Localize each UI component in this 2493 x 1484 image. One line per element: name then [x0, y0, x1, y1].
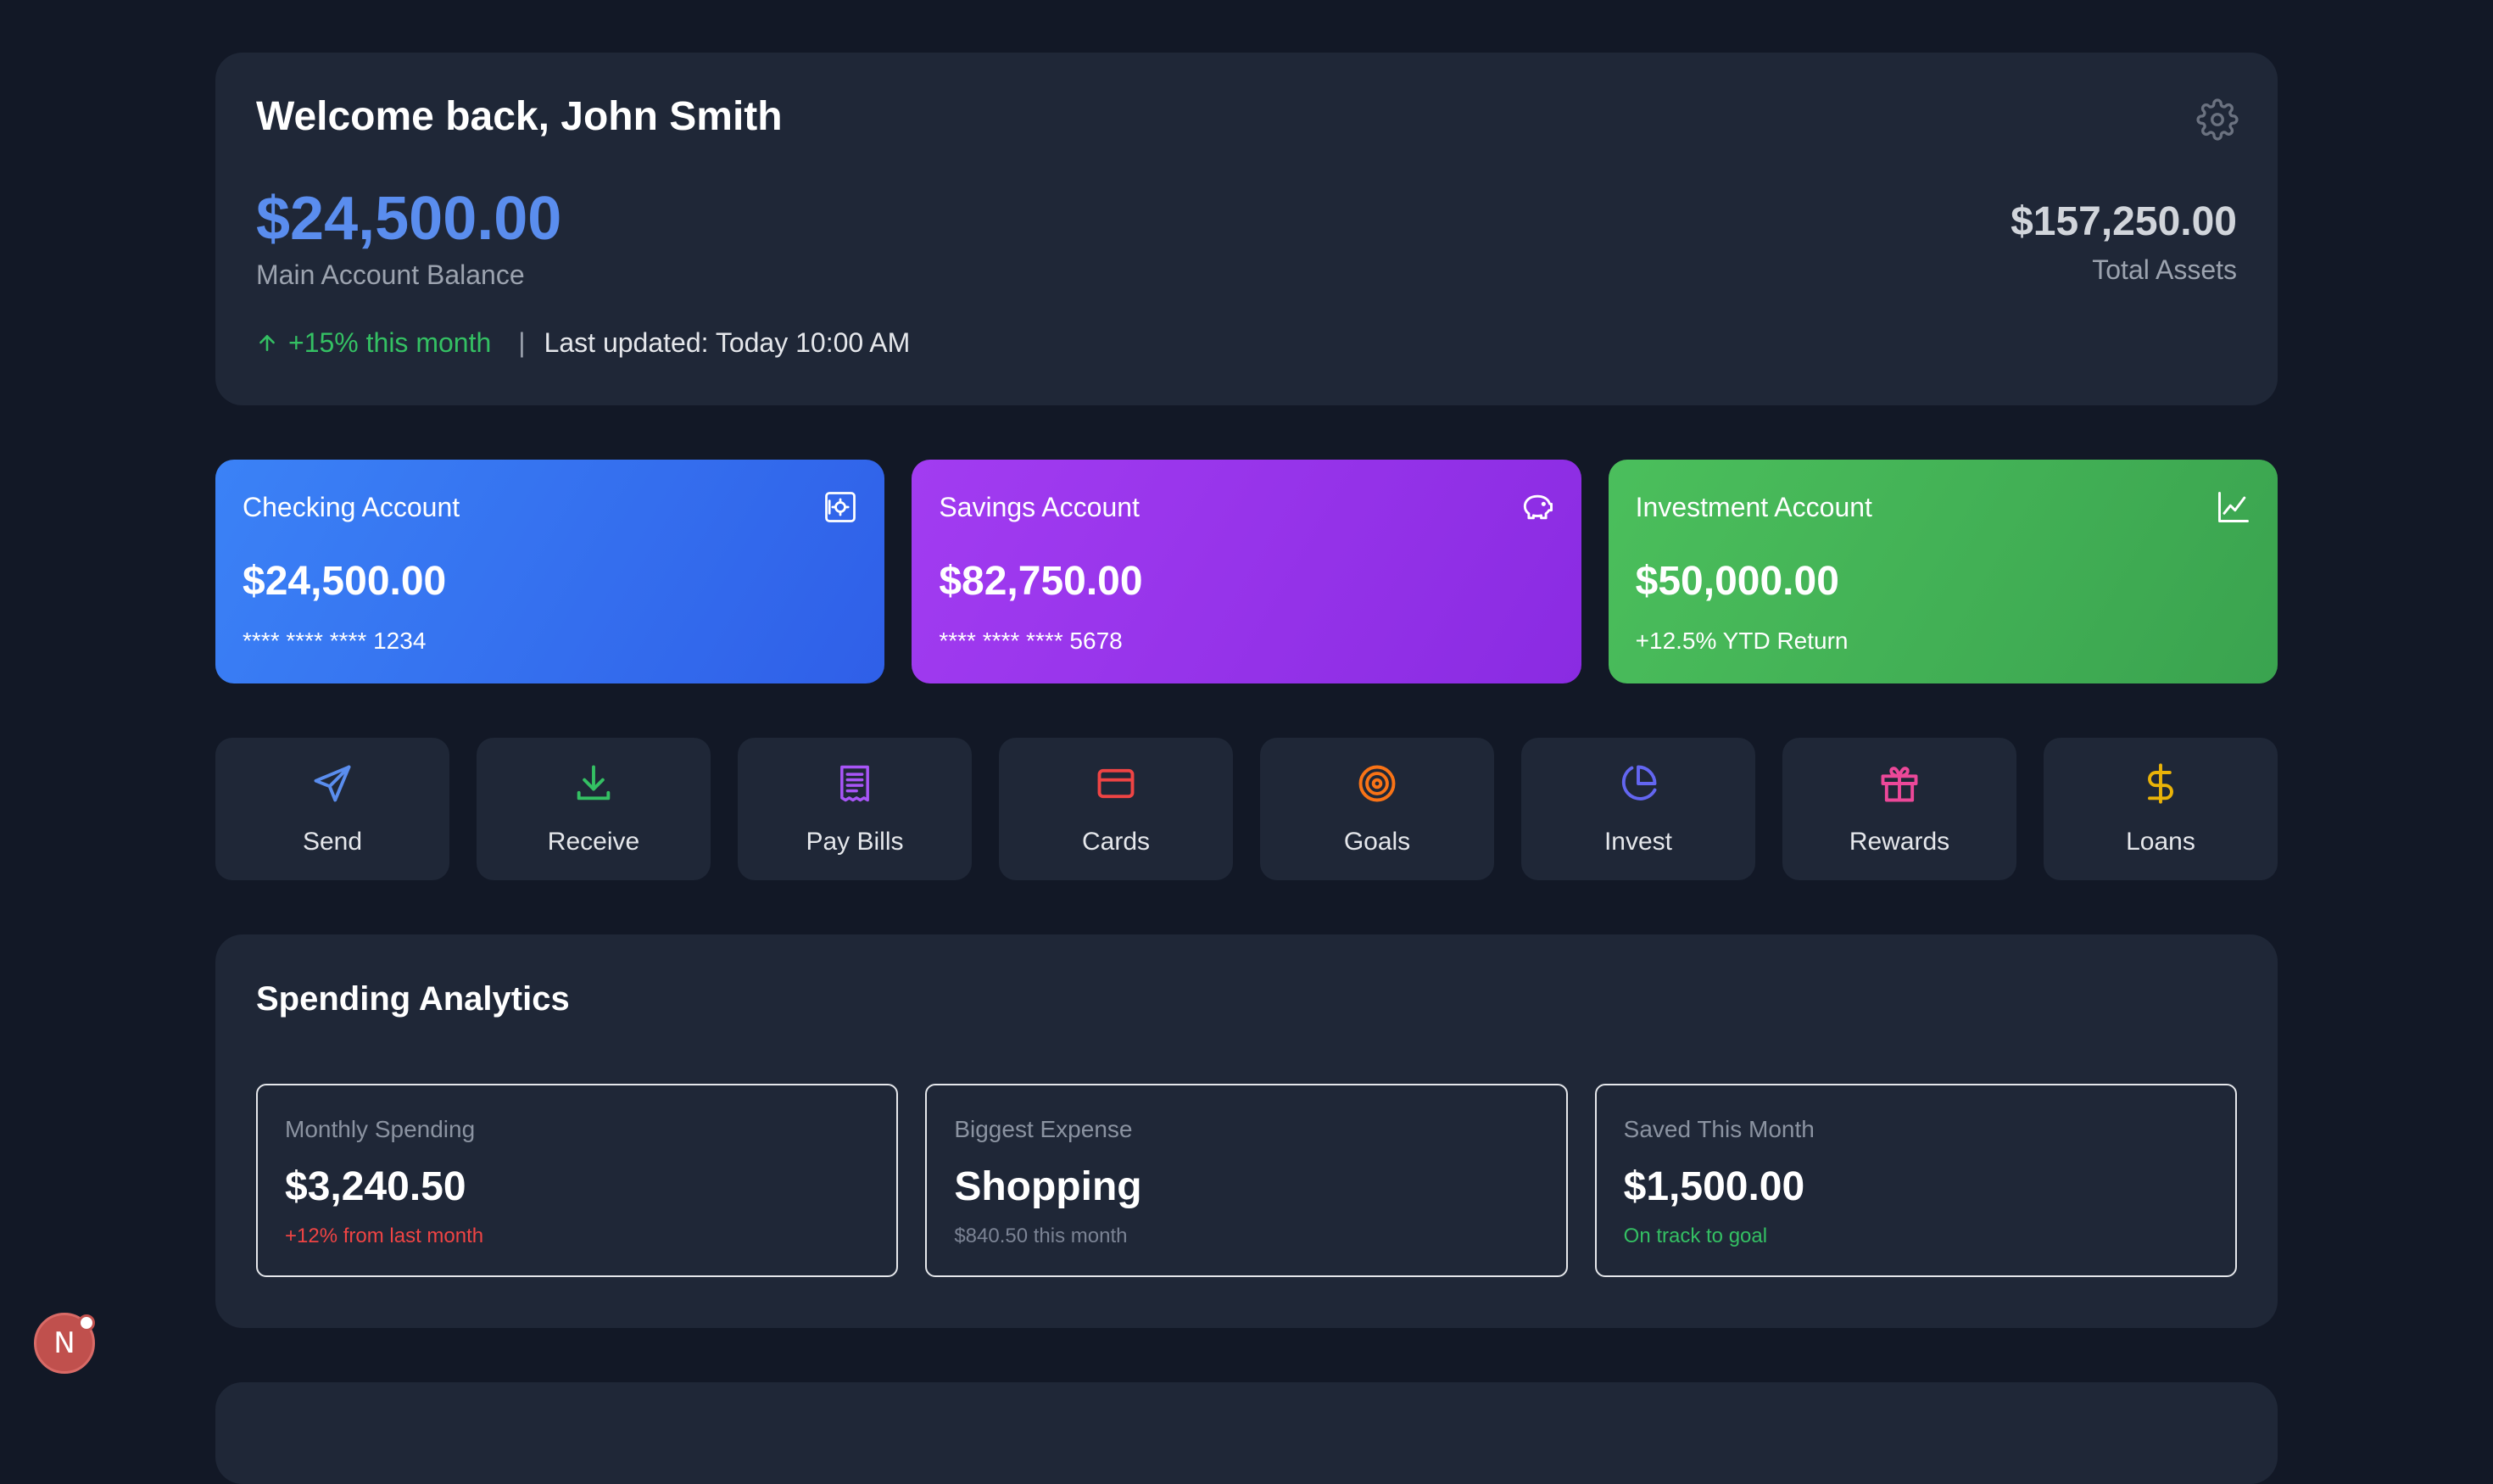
- account-name: Savings Account: [939, 492, 1140, 522]
- action-label: Rewards: [1849, 828, 1950, 856]
- credit-card-icon: [1097, 768, 1135, 799]
- badge-letter: N: [53, 1326, 75, 1360]
- stat-label: Monthly Spending: [285, 1116, 476, 1142]
- stat-label: Saved This Month: [1623, 1116, 1815, 1142]
- last-updated: Last updated: Today 10:00 AM: [544, 327, 911, 358]
- action-label: Goals: [1343, 828, 1411, 856]
- account-number: **** **** **** 5678: [939, 628, 1123, 654]
- chart-line-icon: [2218, 492, 2249, 522]
- spending-analytics: Spending Analytics Monthly Spending $3,2…: [215, 934, 2278, 1328]
- stat-note: +12% from last month: [285, 1225, 484, 1247]
- total-assets-label: Total Assets: [2092, 254, 2237, 285]
- notification-dot: [78, 1314, 95, 1331]
- arrow-up-icon: [259, 335, 275, 351]
- receive-button[interactable]: Receive: [477, 738, 711, 880]
- account-amount: $50,000.00: [1635, 559, 1839, 604]
- download-icon: [577, 765, 611, 801]
- send-icon: [314, 765, 351, 802]
- action-label: Loans: [2126, 828, 2195, 856]
- send-button[interactable]: Send: [215, 738, 449, 880]
- dashboard: Welcome back, John Smith $24,500.00 Main…: [215, 53, 2278, 1484]
- stat-note: On track to goal: [1623, 1225, 1768, 1247]
- pie-chart-icon: [1621, 765, 1657, 801]
- account-amount: $82,750.00: [939, 559, 1143, 604]
- target-icon: [1358, 765, 1396, 802]
- welcome-title: Welcome back, John Smith: [256, 94, 783, 139]
- account-cards: Checking Account $24,500.00 **** **** **…: [215, 460, 2278, 683]
- trend-indicator: +15% this month: [256, 329, 491, 356]
- safe-icon: [825, 492, 856, 522]
- checking-account-card[interactable]: Checking Account $24,500.00 **** **** **…: [215, 460, 885, 683]
- gift-icon: [1881, 767, 1918, 802]
- account-number: **** **** **** 1234: [243, 628, 427, 654]
- dollar-icon: [2148, 763, 2173, 804]
- account-name: Investment Account: [1635, 492, 1872, 522]
- welcome-card: Welcome back, John Smith $24,500.00 Main…: [215, 53, 2278, 405]
- stat-label: Biggest Expense: [954, 1116, 1133, 1142]
- analytics-title: Spending Analytics: [256, 980, 570, 1018]
- receipt-icon: [840, 765, 869, 802]
- saved-this-month-card: Saved This Month $1,500.00 On track to g…: [1594, 1084, 2237, 1277]
- quick-actions: Send Receive Pay Bills Cards Goals Inves…: [215, 738, 2278, 880]
- trend-row: +15% this month | Last updated: Today 10…: [256, 329, 910, 356]
- action-label: Pay Bills: [806, 828, 904, 856]
- account-amount: $24,500.00: [243, 559, 447, 604]
- rewards-button[interactable]: Rewards: [1782, 738, 2016, 880]
- action-label: Invest: [1603, 828, 1673, 856]
- stat-value: $3,240.50: [285, 1164, 466, 1209]
- action-label: Receive: [547, 828, 640, 856]
- account-return: +12.5% YTD Return: [1635, 628, 1849, 654]
- monthly-spending-card: Monthly Spending $3,240.50 +12% from las…: [256, 1084, 899, 1277]
- main-balance: $24,500.00: [256, 185, 562, 253]
- cards-button[interactable]: Cards: [999, 738, 1233, 880]
- investment-account-card[interactable]: Investment Account $50,000.00 +12.5% YTD…: [1608, 460, 2278, 683]
- analytics-stats: Monthly Spending $3,240.50 +12% from las…: [256, 1084, 2237, 1277]
- trend-text: +15% this month: [288, 327, 492, 358]
- action-label: Cards: [1081, 828, 1151, 856]
- total-assets: $157,250.00: [2011, 199, 2237, 244]
- goals-button[interactable]: Goals: [1260, 738, 1494, 880]
- main-balance-label: Main Account Balance: [256, 259, 525, 290]
- loans-button[interactable]: Loans: [2044, 738, 2278, 880]
- separator: |: [518, 327, 526, 358]
- gear-icon[interactable]: [2196, 98, 2239, 141]
- invest-button[interactable]: Invest: [1521, 738, 1755, 880]
- stat-value: $1,500.00: [1623, 1164, 1805, 1209]
- savings-account-card[interactable]: Savings Account $82,750.00 **** **** ***…: [912, 460, 1581, 683]
- account-name: Checking Account: [243, 492, 460, 522]
- pay-bills-button[interactable]: Pay Bills: [738, 738, 972, 880]
- action-label: Send: [302, 828, 363, 856]
- next-section-card: [215, 1382, 2278, 1484]
- stat-note: $840.50 this month: [954, 1225, 1128, 1247]
- stat-value: Shopping: [954, 1164, 1142, 1209]
- piggy-bank-icon: [1523, 494, 1553, 520]
- biggest-expense-card: Biggest Expense Shopping $840.50 this mo…: [925, 1084, 1568, 1277]
